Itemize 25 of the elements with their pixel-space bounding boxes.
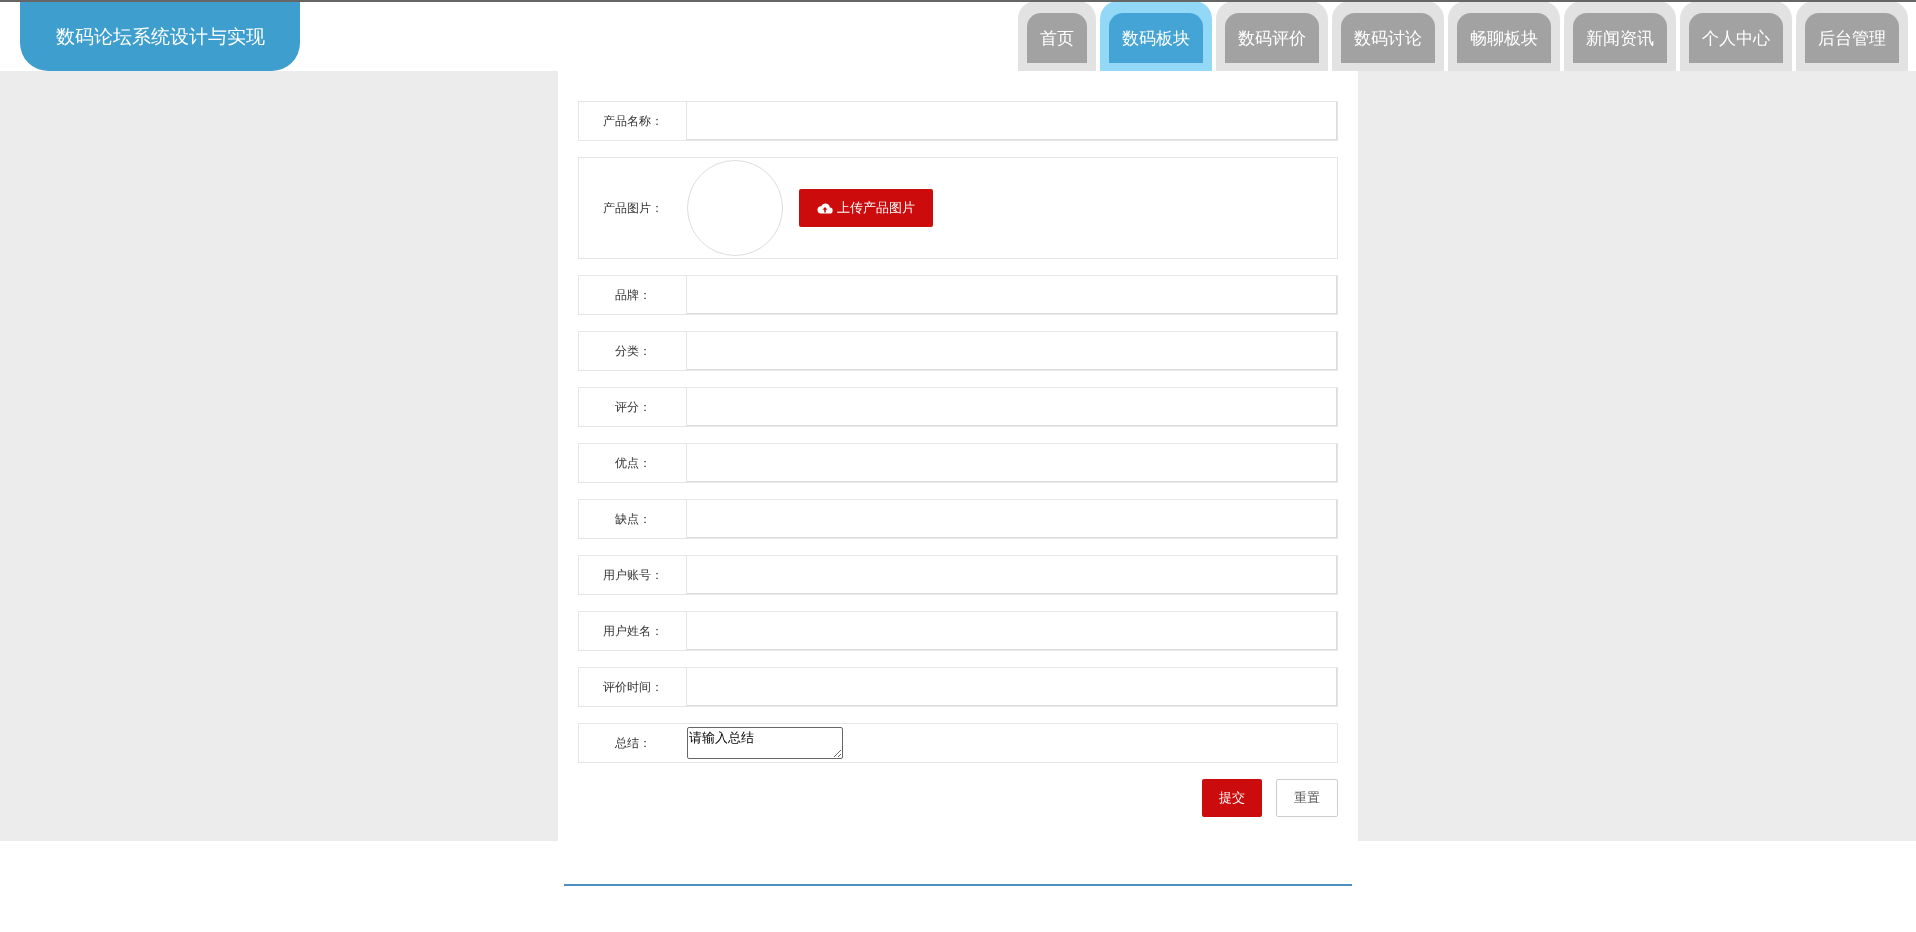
field-label: 产品图片：	[602, 199, 664, 217]
input-field[interactable]	[686, 387, 1338, 427]
site-title: 数码论坛系统设计与实现	[20, 2, 300, 71]
nav-tab[interactable]: 个人中心	[1680, 2, 1792, 71]
upload-button[interactable]: 上传产品图片	[799, 189, 933, 227]
input-field[interactable]	[686, 331, 1338, 371]
nav-tab[interactable]: 后台管理	[1796, 2, 1908, 71]
input-field[interactable]	[686, 443, 1338, 483]
nav-tab[interactable]: 数码板块	[1100, 2, 1212, 71]
cloud-upload-icon	[817, 202, 833, 214]
nav-tab[interactable]: 畅聊板块	[1448, 2, 1560, 71]
nav-tab[interactable]: 数码评价	[1216, 2, 1328, 71]
input-field[interactable]	[686, 611, 1338, 651]
field-label: 总结：	[614, 734, 652, 752]
nav-tab[interactable]: 首页	[1018, 2, 1096, 71]
input-field[interactable]	[686, 499, 1338, 539]
nav-tab[interactable]: 新闻资讯	[1564, 2, 1676, 71]
submit-button[interactable]: 提交	[1202, 779, 1262, 817]
input-field[interactable]	[686, 275, 1338, 315]
summary-textarea[interactable]: 请输入总结	[687, 727, 843, 759]
input-field[interactable]	[686, 101, 1338, 141]
input-field[interactable]	[686, 555, 1338, 595]
input-field[interactable]	[686, 667, 1338, 707]
reset-button[interactable]: 重置	[1276, 779, 1338, 817]
nav-tab[interactable]: 数码讨论	[1332, 2, 1444, 71]
